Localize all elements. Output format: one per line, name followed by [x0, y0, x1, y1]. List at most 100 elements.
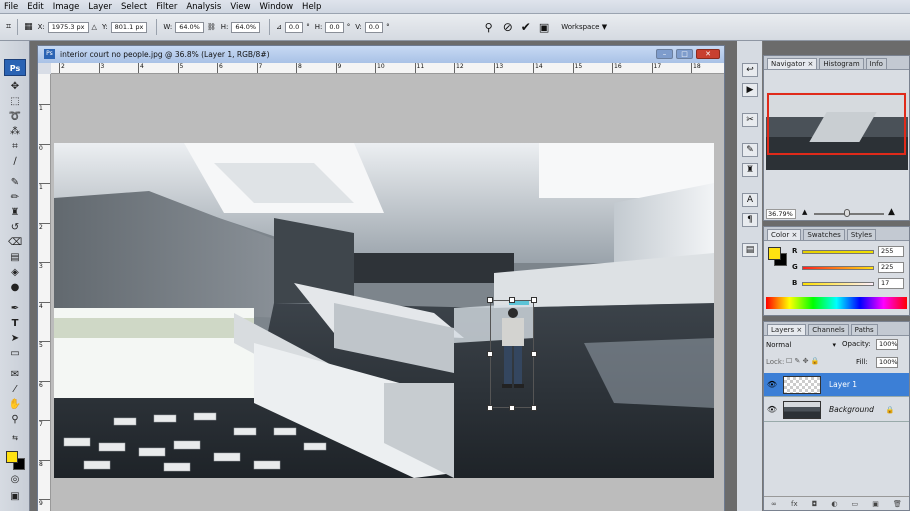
menu-image[interactable]: Image	[53, 2, 80, 12]
menu-view[interactable]: View	[230, 2, 250, 12]
transform-handle[interactable]	[487, 405, 493, 411]
workspace-menu[interactable]: Workspace ▼	[561, 23, 607, 31]
history-brush-icon[interactable]: ↺	[8, 222, 22, 234]
tool-presets-icon[interactable]: ✂	[742, 113, 758, 127]
tab-swatches[interactable]: Swatches	[803, 229, 845, 240]
camera-icon[interactable]: ▣	[539, 21, 549, 34]
new-layer-icon[interactable]: ▣	[872, 500, 879, 508]
transform-handle[interactable]	[531, 405, 537, 411]
new-group-icon[interactable]: ▭	[852, 500, 859, 508]
link-icon[interactable]: ⛓	[207, 23, 216, 31]
tab-navigator[interactable]: Navigator ×	[767, 58, 818, 69]
navigator-view-box[interactable]	[767, 93, 906, 155]
r-value[interactable]: 255	[878, 246, 904, 257]
r-slider[interactable]	[802, 250, 874, 254]
add-mask-icon[interactable]: ◘	[812, 500, 818, 508]
b-slider[interactable]	[802, 282, 874, 286]
swap-colors-icon[interactable]: ⇆	[8, 432, 22, 444]
zoom-tool-icon[interactable]: ⚲	[8, 414, 22, 426]
layer-name[interactable]: Layer 1	[829, 380, 857, 389]
menu-select[interactable]: Select	[121, 2, 147, 12]
layer-name[interactable]: Background	[829, 405, 874, 414]
eraser-tool-icon[interactable]: ⌫	[8, 237, 22, 249]
adjustment-layer-icon[interactable]: ◐	[831, 500, 837, 508]
path-select-icon[interactable]: ➤	[8, 333, 22, 345]
fill-field[interactable]: 100%	[876, 357, 898, 368]
tab-styles[interactable]: Styles	[846, 229, 877, 240]
canvas-image[interactable]	[54, 143, 714, 478]
menu-filter[interactable]: Filter	[156, 2, 177, 12]
delta-icon[interactable]: △	[92, 23, 97, 31]
blur-tool-icon[interactable]: ◈	[8, 267, 22, 279]
transform-handle[interactable]	[509, 405, 515, 411]
pen-tool-icon[interactable]: ✒	[8, 303, 22, 315]
zoom-out-icon[interactable]: ▲	[802, 208, 807, 216]
y-field[interactable]: 801.1 px	[110, 21, 148, 33]
opacity-field[interactable]: 100%	[876, 339, 898, 350]
menu-layer[interactable]: Layer	[88, 2, 112, 12]
transform-handle[interactable]	[487, 297, 493, 303]
layer-comps-icon[interactable]: ▤	[742, 243, 758, 257]
tab-channels[interactable]: Channels	[808, 324, 849, 335]
layer-row-layer-1[interactable]: 👁 Layer 1	[764, 373, 909, 397]
gradient-tool-icon[interactable]: ▤	[8, 252, 22, 264]
transform-handle[interactable]	[531, 351, 537, 357]
paragraph-panel-icon[interactable]: ¶	[742, 213, 758, 227]
move-tool-icon[interactable]: ✥	[8, 81, 22, 93]
shape-tool-icon[interactable]: ▭	[8, 348, 22, 360]
lock-icons[interactable]: ☐ ✎ ✥ 🔒	[786, 357, 819, 365]
minimize-icon[interactable]: –	[656, 49, 673, 59]
canvas-pasteboard[interactable]	[51, 74, 724, 511]
maximize-icon[interactable]: □	[676, 49, 693, 59]
document-title-bar[interactable]: Ps interior court no people.jpg @ 36.8% …	[38, 46, 724, 63]
layer-row-background[interactable]: 👁 Background 🔒	[764, 398, 909, 422]
quick-mask-icon[interactable]: ◎	[8, 474, 22, 486]
dodge-tool-icon[interactable]: ●	[8, 282, 22, 294]
character-panel-icon[interactable]: A	[742, 193, 758, 207]
transform-handle[interactable]	[509, 297, 515, 303]
brush-tool-icon[interactable]: ✏	[8, 192, 22, 204]
tab-layers[interactable]: Layers ×	[767, 324, 807, 335]
tab-paths[interactable]: Paths	[850, 324, 878, 335]
link-layers-icon[interactable]: ∞	[771, 500, 777, 508]
hand-tool-icon[interactable]: ✋	[8, 399, 22, 411]
visibility-eye-icon[interactable]: 👁	[764, 380, 780, 389]
visibility-eye-icon[interactable]: 👁	[764, 405, 780, 414]
transform-handle[interactable]	[531, 297, 537, 303]
height-field[interactable]: 64.0%	[231, 21, 261, 33]
close-icon[interactable]: ✕	[696, 49, 720, 59]
x-field[interactable]: 1975.3 px	[47, 21, 89, 33]
fx-icon[interactable]: fx	[791, 500, 798, 508]
slice-tool-icon[interactable]: ∕	[8, 156, 22, 168]
warp-icon[interactable]: ⚲	[485, 21, 493, 34]
lasso-tool-icon[interactable]: ➰	[8, 111, 22, 123]
tab-histogram[interactable]: Histogram	[819, 58, 864, 69]
menu-window[interactable]: Window	[260, 2, 294, 12]
navigator-preview[interactable]	[766, 92, 908, 170]
healing-brush-icon[interactable]: ✎	[8, 177, 22, 189]
tab-info[interactable]: Info	[865, 58, 887, 69]
g-slider[interactable]	[802, 266, 874, 270]
vskew-field[interactable]: 0.0	[364, 21, 384, 33]
zoom-in-icon[interactable]: ▲	[888, 207, 895, 217]
tab-color[interactable]: Color ×	[767, 229, 802, 240]
marquee-tool-icon[interactable]: ⬚	[8, 96, 22, 108]
navigator-zoom[interactable]: 36.79%	[766, 209, 796, 219]
b-value[interactable]: 17	[878, 278, 904, 289]
commit-icon[interactable]: ✔	[521, 20, 531, 34]
clone-stamp-icon[interactable]: ♜	[8, 207, 22, 219]
color-spectrum-ramp[interactable]	[766, 297, 907, 309]
history-panel-icon[interactable]: ↩	[742, 63, 758, 77]
delete-layer-icon[interactable]: 🗑	[893, 500, 902, 508]
hskew-field[interactable]: 0.0	[325, 21, 344, 33]
g-value[interactable]: 225	[878, 262, 904, 273]
blend-mode-select[interactable]: Normal ▾	[766, 340, 838, 350]
cancel-icon[interactable]: ⊘	[503, 20, 513, 34]
transform-bounding-box[interactable]	[490, 300, 534, 408]
actions-panel-icon[interactable]: ▶	[742, 83, 758, 97]
eyedropper-icon[interactable]: ⁄	[8, 384, 22, 396]
angle-field[interactable]: 0.0	[284, 21, 304, 33]
screen-mode-icon[interactable]: ▣	[8, 491, 22, 503]
transform-handle[interactable]	[487, 351, 493, 357]
notes-tool-icon[interactable]: ✉	[8, 369, 22, 381]
